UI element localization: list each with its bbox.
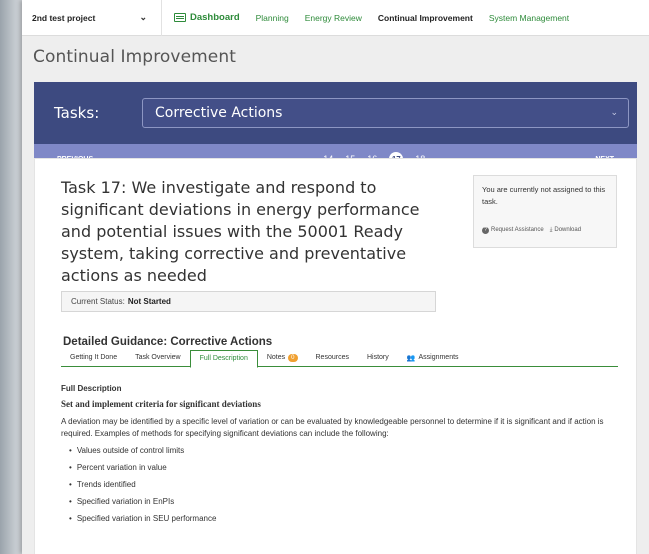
tab-full-description[interactable]: Full Description [189, 350, 258, 368]
nav-energy-review[interactable]: Energy Review [297, 13, 370, 23]
list-item: Trends identified [69, 479, 621, 491]
tab-history[interactable]: History [358, 350, 398, 367]
status-label: Current Status: [71, 297, 125, 306]
nav-continual-improvement[interactable]: Continual Improvement [370, 13, 481, 23]
nav-planning[interactable]: Planning [248, 13, 297, 23]
download-icon: ⤓ [549, 227, 553, 233]
list-item: Percent variation in value [69, 462, 621, 474]
nav-dashboard[interactable]: Dashboard [162, 12, 248, 23]
status-box: Current Status: Not Started [61, 291, 436, 312]
tab-notes[interactable]: Notes 0 [258, 350, 307, 367]
request-assistance-label: Request Assistance [491, 227, 544, 233]
content-heading: Full Description [61, 384, 122, 393]
list-item: Specified variation in SEU performance [69, 513, 621, 525]
nav-links: Dashboard Planning Energy Review Continu… [162, 0, 577, 36]
assignment-links: ? Request Assistance ⤓ Download [482, 224, 608, 236]
task-dropdown-value: Corrective Actions [155, 105, 283, 121]
download-label: Download [554, 227, 582, 233]
dashboard-icon [174, 13, 186, 22]
top-navigation: 2nd test project ⌄ Dashboard Planning En… [22, 0, 649, 36]
tasks-label: Tasks: [54, 104, 100, 122]
tab-assignments[interactable]: 👥 Assignments [398, 350, 468, 367]
task-dropdown[interactable]: Corrective Actions ⌄ [142, 98, 629, 128]
list-item: Values outside of control limits [69, 445, 621, 457]
project-selector[interactable]: 2nd test project ⌄ [22, 0, 162, 36]
download-link[interactable]: ⤓ Download [550, 224, 581, 236]
assignment-box: You are currently not assigned to this t… [473, 175, 617, 248]
page-title: Continual Improvement [33, 47, 236, 67]
task-card: Task 17: We investigate and respond to s… [34, 158, 637, 554]
question-icon: ? [482, 226, 489, 234]
tab-content: Full Description Set and implement crite… [61, 383, 621, 530]
criteria-list: Values outside of control limits Percent… [61, 445, 621, 525]
project-name: 2nd test project [32, 12, 96, 23]
guidance-title: Detailed Guidance: Corrective Actions [63, 336, 273, 348]
app-window: 2nd test project ⌄ Dashboard Planning En… [22, 0, 649, 554]
tab-task-overview[interactable]: Task Overview [126, 350, 190, 367]
tab-getting-it-done[interactable]: Getting It Done [61, 350, 126, 367]
users-icon: 👥 [406, 355, 416, 362]
tab-assignments-label: Assignments [418, 354, 459, 361]
assignment-status-text: You are currently not assigned to this t… [482, 185, 606, 206]
chevron-down-icon: ⌄ [139, 12, 147, 22]
nav-dashboard-label: Dashboard [190, 12, 240, 23]
guidance-tabs: Getting It Done Task Overview Full Descr… [61, 350, 618, 368]
list-item: Specified variation in EnPIs [69, 496, 621, 508]
content-paragraph: A deviation may be identified by a speci… [61, 417, 604, 438]
background-strip [0, 0, 24, 554]
task-title: Task 17: We investigate and respond to s… [61, 178, 420, 285]
task-selector-band: Tasks: Corrective Actions ⌄ [34, 82, 637, 144]
status-value: Not Started [127, 297, 171, 306]
nav-system-management[interactable]: System Management [481, 13, 577, 23]
chevron-down-icon: ⌄ [610, 108, 618, 118]
tab-notes-label: Notes [266, 354, 286, 361]
notes-count-badge: 0 [288, 354, 298, 362]
request-assistance-link[interactable]: ? Request Assistance [482, 224, 544, 236]
tab-resources[interactable]: Resources [307, 350, 358, 367]
content-subheading: Set and implement criteria for significa… [61, 399, 261, 409]
